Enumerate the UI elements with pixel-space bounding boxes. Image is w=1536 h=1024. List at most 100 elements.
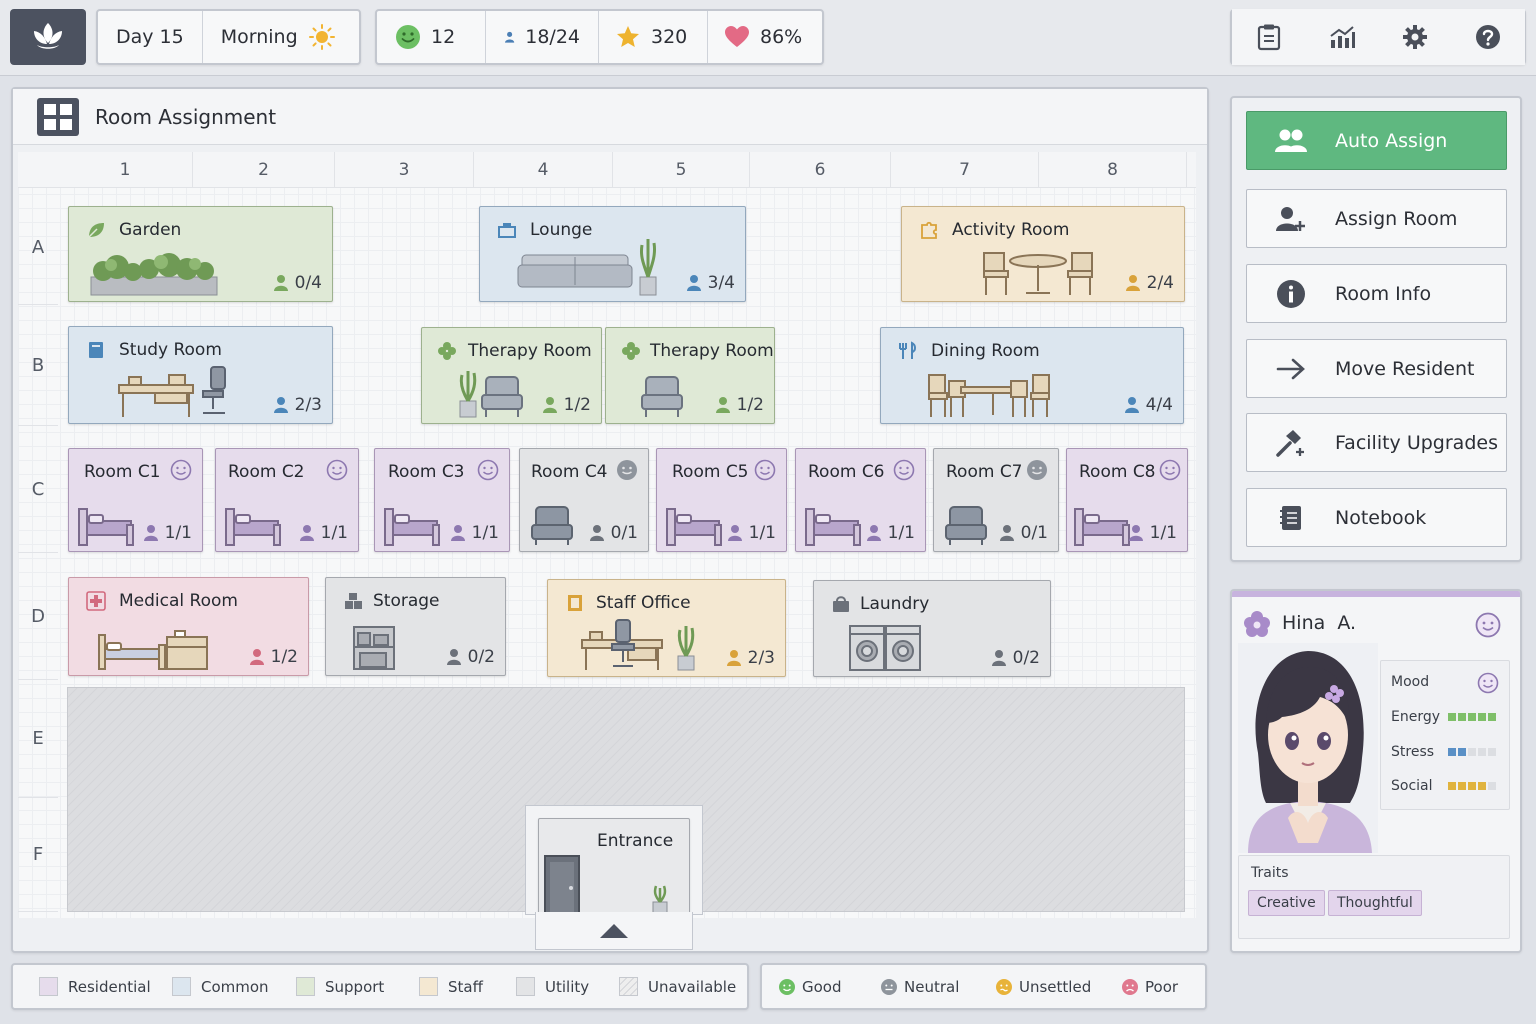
star-icon [617,26,639,47]
stats-chart-button[interactable] [1305,9,1379,65]
room-entrance[interactable]: Entrance [538,818,690,915]
occupancy: 0/1 [999,523,1048,543]
boxes-icon [345,593,362,609]
room-name: Therapy Room [468,341,592,361]
dining-table-icon [928,374,1050,417]
occupancy-count: 1/2 [563,395,591,415]
notebook-button[interactable]: Notebook [1246,488,1507,547]
auto-assign-button[interactable]: Auto Assign [1246,111,1507,170]
room-garden[interactable]: Garden 0/4 [68,206,333,302]
poor-face-icon [1122,978,1138,995]
legend-label: Common [201,977,269,996]
room-name: Room C6 [808,462,885,482]
bed-icon [225,508,281,546]
day-display: Day 15 [98,11,202,63]
neutral-face-icon [881,978,897,995]
row-header: A [18,190,58,305]
room-c6[interactable]: Room C6 1/1 [795,448,926,552]
occupancy-count: 0/4 [294,273,322,293]
settings-button[interactable] [1378,9,1452,65]
mood-smiley-icon [1477,672,1499,694]
occupancy-count: 1/1 [320,523,348,543]
scroll-down-tab[interactable] [535,912,693,950]
room-c5[interactable]: Room C5 1/1 [656,448,787,552]
occupancy: 0/4 [273,273,322,293]
room-name: Dining Room [931,341,1040,361]
person-icon [249,649,264,665]
panel-title: Room Assignment [95,104,277,129]
room-panel-header: Room Assignment [13,89,1207,145]
occupancy: 1/1 [143,523,192,543]
plant-armchair-icon [459,371,523,418]
facility-upgrades-button[interactable]: Facility Upgrades [1246,413,1507,472]
medical-cross-icon [86,591,106,611]
desk-chair-icon [118,366,226,417]
room-dining[interactable]: Dining Room 4/4 [880,327,1184,424]
room-lounge[interactable]: Lounge 3/4 [479,206,746,302]
resident-portrait [1248,651,1372,853]
stat-segment [1468,782,1476,790]
room-laundry[interactable]: Laundry 0/2 [813,580,1051,677]
room-activity[interactable]: Activity Room 2/4 [901,206,1185,302]
stress-bar [1448,748,1496,756]
room-c3[interactable]: Room C3 1/1 [374,448,510,552]
room-c2[interactable]: Room C2 1/1 [215,448,359,552]
room-c7[interactable]: Room C7 0/1 [933,448,1059,552]
room-name: Medical Room [119,591,238,611]
notebook-icon [1280,505,1301,530]
person-icon [1124,397,1139,413]
logo-button[interactable] [10,9,86,65]
add-person-icon [1276,206,1305,231]
bed-icon [78,508,134,546]
room-info-button[interactable]: Room Info [1246,264,1507,323]
stat-segment [1458,748,1466,756]
room-therapy-2[interactable]: Therapy Room 1/2 [605,327,775,424]
person-icon [866,525,881,541]
smiley-icon [477,459,499,481]
room-c8[interactable]: Room C8 1/1 [1066,448,1188,552]
occupancy: 1/1 [299,523,348,543]
room-storage[interactable]: Storage 0/2 [325,577,506,676]
stars-count: 320 [651,26,688,48]
person-icon [991,650,1006,666]
assign-room-button[interactable]: Assign Room [1246,189,1507,248]
legend-label: Poor [1145,977,1179,996]
room-study[interactable]: Study Room 2/3 [68,326,333,424]
info-icon [1277,279,1305,308]
occupancy-count: 3/4 [707,273,735,293]
column-header: 5 [613,152,750,188]
bed-icon [384,508,440,546]
resident-name: Hina A. [1282,612,1357,634]
clipboard-button[interactable] [1232,9,1306,65]
room-medical[interactable]: Medical Room 1/2 [68,577,309,676]
good-face-icon [779,978,795,995]
room-c1[interactable]: Room C1 1/1 [68,448,203,552]
armchair-icon [641,376,683,417]
occupancy: 1/2 [249,647,298,667]
room-c4[interactable]: Room C4 0/1 [519,448,649,552]
legend-swatch [39,977,58,996]
smiley-icon [1475,612,1501,638]
person-icon [1125,275,1140,291]
room-name: Entrance [597,831,674,851]
flower-icon [1244,611,1270,637]
smiley-icon [170,459,192,481]
book-icon [89,342,103,358]
assign-room-label: Assign Room [1335,207,1458,230]
logo-leaf-icon [34,23,62,49]
room-name: Room C1 [84,462,161,482]
medical-bed-icon [98,630,208,670]
shelf-icon [353,626,395,670]
social-bar [1448,782,1496,790]
grid-icon [37,97,79,136]
notebook-icon [568,595,582,611]
time-label: Morning [220,26,298,48]
help-button[interactable] [1451,9,1525,65]
room-therapy-1[interactable]: Therapy Room 1/2 [421,327,602,424]
stat-segment [1458,782,1466,790]
room-staff-office[interactable]: Staff Office 2/3 [547,579,786,677]
stat-segment [1478,713,1486,721]
move-resident-button[interactable]: Move Resident [1246,339,1507,398]
residents-stat: 18/24 [486,11,598,63]
room-name: Room C4 [531,462,608,482]
